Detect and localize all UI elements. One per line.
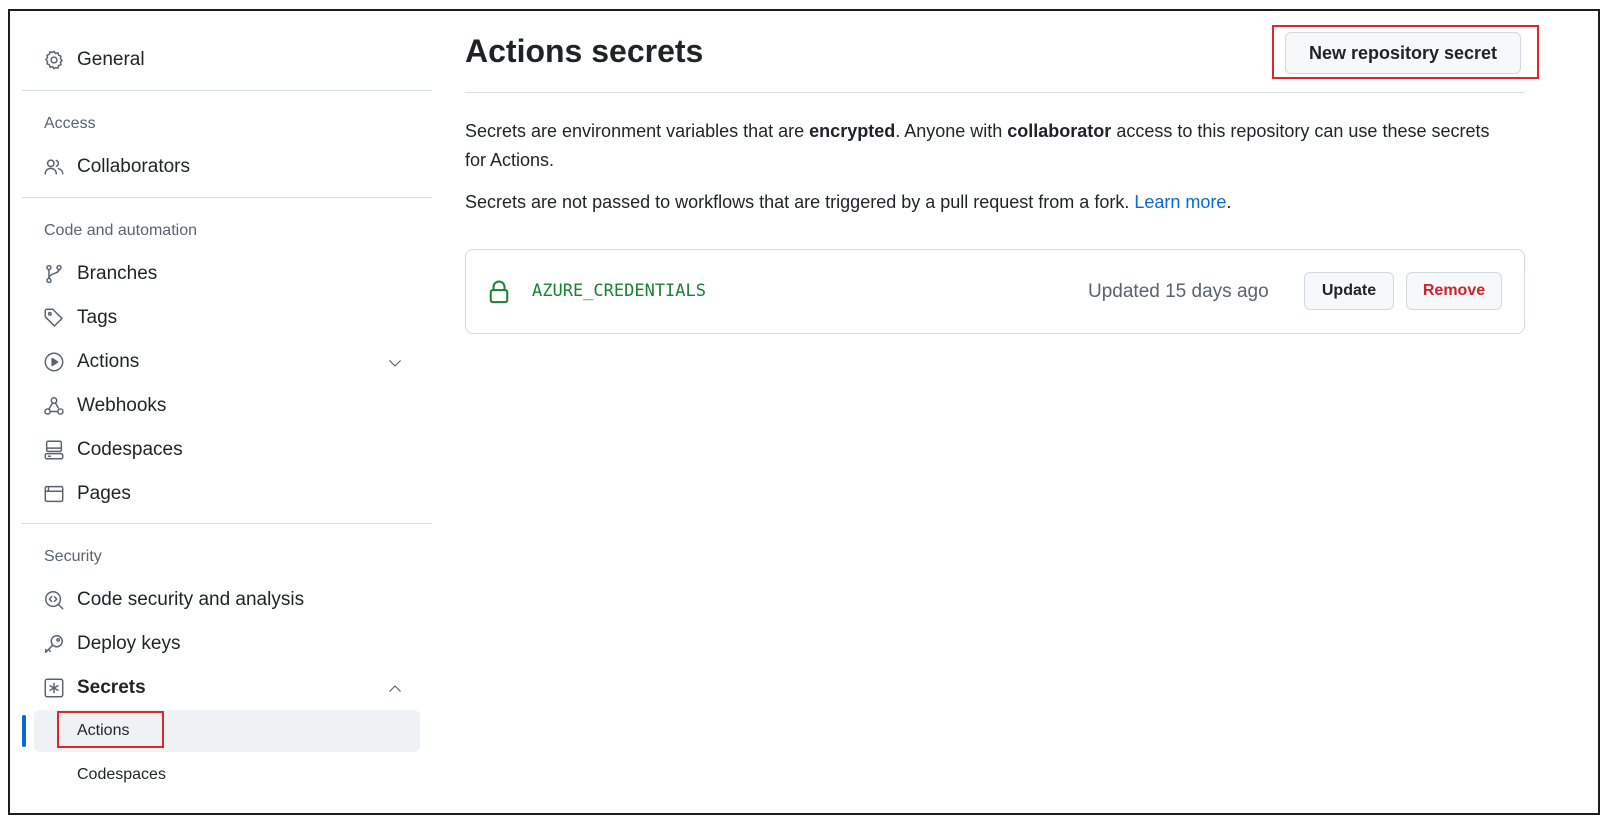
sidebar-subitem-secrets-codespaces[interactable]: Codespaces <box>34 754 420 796</box>
sidebar-item-collaborators[interactable]: Collaborators <box>22 147 432 187</box>
description-text: . <box>1226 192 1232 212</box>
people-icon <box>44 159 64 175</box>
codespaces-icon <box>44 440 64 460</box>
sidebar-item-codespaces[interactable]: Codespaces <box>22 430 432 470</box>
section-heading-security: Security <box>44 548 102 565</box>
update-secret-button[interactable]: Update <box>1304 272 1394 310</box>
tag-icon <box>44 308 63 327</box>
description-emphasis: collaborator <box>1007 121 1112 141</box>
chevron-down-icon[interactable] <box>386 354 404 372</box>
sidebar-item-label: Webhooks <box>77 395 167 416</box>
chevron-up-icon[interactable] <box>386 680 404 698</box>
sidebar-item-general[interactable]: General <box>22 40 432 80</box>
sidebar-item-label: Actions <box>77 351 140 372</box>
secret-name: AZURE_CREDENTIALS <box>532 281 706 301</box>
sidebar-item-label: Branches <box>77 263 158 284</box>
secret-row: AZURE_CREDENTIALS Updated 15 days ago Up… <box>465 249 1525 334</box>
divider <box>465 92 1525 93</box>
fork-notice: Secrets are not passed to workflows that… <box>465 188 1505 217</box>
sidebar-item-label: General <box>77 49 145 70</box>
sidebar-item-label: Secrets <box>77 677 146 698</box>
divider <box>22 90 432 91</box>
sidebar-item-label: Deploy keys <box>77 633 181 654</box>
sidebar-item-label: Code security and analysis <box>77 589 305 610</box>
sidebar-item-label: Pages <box>77 483 131 504</box>
sidebar-item-webhooks[interactable]: Webhooks <box>22 386 432 426</box>
sidebar-item-code-security[interactable]: Code security and analysis <box>22 580 432 620</box>
asterisk-box-icon <box>44 678 64 698</box>
webhook-icon <box>44 397 64 415</box>
description-text: Secrets are not passed to workflows that… <box>465 192 1135 212</box>
secret-updated-time: Updated 15 days ago <box>1088 281 1269 302</box>
sidebar-item-tags[interactable]: Tags <box>22 298 432 338</box>
lock-icon <box>489 280 509 304</box>
sidebar-item-branches[interactable]: Branches <box>22 254 432 294</box>
description-emphasis: encrypted <box>809 121 896 141</box>
main-content: Actions secrets New repository secret Se… <box>463 11 1539 813</box>
codescan-icon <box>45 591 64 610</box>
page-title: Actions secrets <box>465 33 704 69</box>
sidebar-item-pages[interactable]: Pages <box>22 474 432 514</box>
settings-page: General Access Collaborators Code and au… <box>8 9 1600 815</box>
section-heading-code-automation: Code and automation <box>44 222 197 239</box>
highlight-box <box>57 711 164 748</box>
description-text: . Anyone with <box>895 121 1008 141</box>
sidebar-item-label: Codespaces <box>77 766 166 783</box>
learn-more-link[interactable]: Learn more <box>1134 192 1226 212</box>
divider <box>22 197 432 198</box>
sidebar-item-label: Tags <box>77 307 118 328</box>
sidebar-item-deploy-keys[interactable]: Deploy keys <box>22 624 432 664</box>
gear-icon <box>45 50 63 70</box>
key-icon <box>45 635 63 653</box>
secrets-description: Secrets are environment variables that a… <box>465 117 1505 175</box>
branch-icon <box>46 264 62 284</box>
play-circle-icon <box>44 352 64 372</box>
active-indicator <box>22 715 26 747</box>
sidebar-item-label: Codespaces <box>77 439 183 460</box>
browser-icon <box>44 485 64 503</box>
settings-sidebar: General Access Collaborators Code and au… <box>22 11 432 813</box>
highlight-box <box>1272 25 1539 79</box>
remove-secret-button[interactable]: Remove <box>1406 272 1502 310</box>
description-text: Secrets are environment variables that a… <box>465 121 810 141</box>
sidebar-item-label: Collaborators <box>77 156 190 177</box>
section-heading-access: Access <box>44 115 96 132</box>
sidebar-item-secrets[interactable]: Secrets <box>22 668 432 708</box>
sidebar-item-actions[interactable]: Actions <box>22 342 432 382</box>
divider <box>22 523 432 524</box>
